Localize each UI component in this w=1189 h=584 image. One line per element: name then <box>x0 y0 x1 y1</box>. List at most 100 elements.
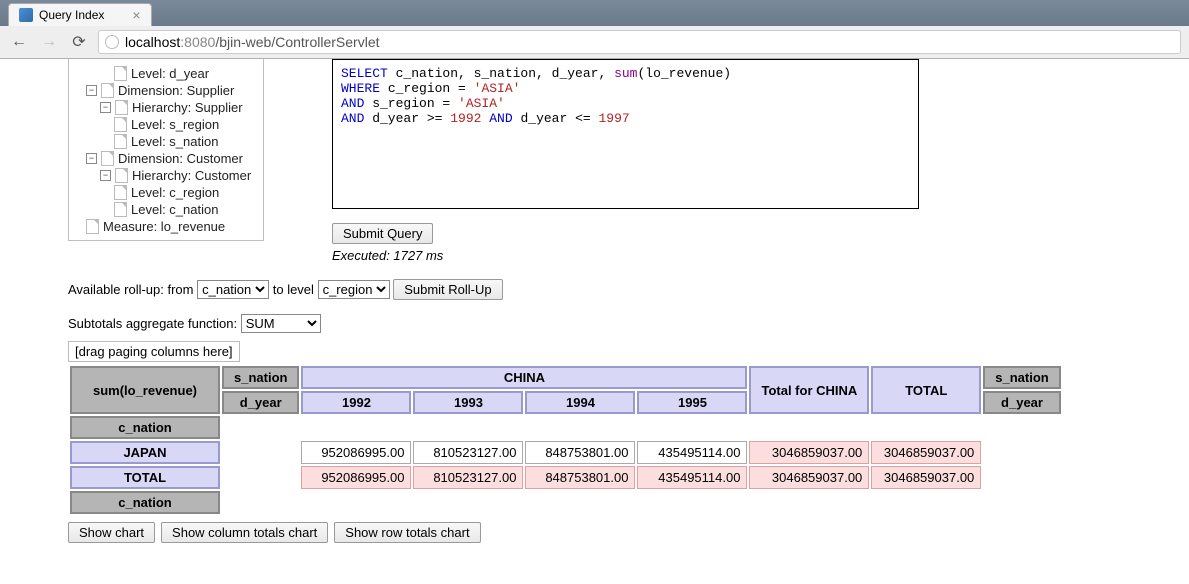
rollup-from-label: Available roll-up: from <box>68 282 193 297</box>
tree-label: Level: c_nation <box>131 202 218 217</box>
tree-label: Hierarchy: Supplier <box>132 100 243 115</box>
s-nation-header[interactable]: s_nation <box>222 366 299 389</box>
tab-bar: Query Index × <box>0 0 1189 26</box>
page-icon <box>114 185 127 200</box>
favicon-icon <box>19 8 33 22</box>
data-cell: 848753801.00 <box>525 441 635 464</box>
tree-label: Measure: lo_revenue <box>103 219 225 234</box>
grand-total-header: TOTAL <box>871 366 981 414</box>
collapse-icon[interactable]: − <box>86 153 97 164</box>
sql-kw: SELECT <box>341 66 388 81</box>
data-cell: 3046859037.00 <box>871 441 981 464</box>
main-content: SELECT c_nation, s_nation, d_year, sum(l… <box>268 59 1189 263</box>
data-cell: 810523127.00 <box>413 466 523 489</box>
tree-label: Dimension: Customer <box>118 151 243 166</box>
tree-node[interactable]: Level: c_region <box>72 184 260 201</box>
data-cell: 435495114.00 <box>637 466 747 489</box>
sql-str: 'ASIA' <box>458 96 505 111</box>
year-col[interactable]: 1995 <box>637 391 747 414</box>
d-year-header-r[interactable]: d_year <box>983 391 1060 414</box>
show-column-totals-chart-button[interactable]: Show column totals chart <box>161 522 328 543</box>
tree-node[interactable]: − Dimension: Customer <box>72 150 260 167</box>
sql-editor[interactable]: SELECT c_nation, s_nation, d_year, sum(l… <box>332 59 919 209</box>
collapse-icon[interactable]: − <box>100 170 111 181</box>
tree-node[interactable]: Level: d_year <box>72 65 260 82</box>
year-col[interactable]: 1993 <box>413 391 523 414</box>
data-cell: 810523127.00 <box>413 441 523 464</box>
subtotals-row: Subtotals aggregate function: SUM <box>68 314 1189 333</box>
tree-label: Dimension: Supplier <box>118 83 234 98</box>
url-path: /bjin-web/ControllerServlet <box>215 34 379 50</box>
year-col[interactable]: 1994 <box>525 391 635 414</box>
status-text: Executed: 1727 ms <box>332 248 1179 263</box>
url-input[interactable]: localhost:8080/bjin-web/ControllerServle… <box>98 30 1181 54</box>
data-cell: 3046859037.00 <box>749 466 869 489</box>
schema-tree: Level: d_year −Dimension: Supplier −Hier… <box>0 59 268 241</box>
page-icon <box>101 151 114 166</box>
page-icon <box>115 100 128 115</box>
browser-tab[interactable]: Query Index × <box>8 3 152 26</box>
collapse-icon[interactable]: − <box>100 102 111 113</box>
reload-button[interactable]: ⟳ <box>68 31 90 53</box>
s-nation-header-r[interactable]: s_nation <box>983 366 1060 389</box>
submit-query-button[interactable]: Submit Query <box>332 223 433 244</box>
sql-text: d_year >= <box>364 111 450 126</box>
close-tab-icon[interactable]: × <box>132 8 140 22</box>
page-icon <box>101 83 114 98</box>
data-cell: 3046859037.00 <box>871 466 981 489</box>
tree-label: Hierarchy: Customer <box>132 168 251 183</box>
submit-rollup-button[interactable]: Submit Roll-Up <box>393 279 502 300</box>
back-button[interactable]: ← <box>8 31 30 53</box>
sql-kw: WHERE <box>341 81 380 96</box>
collapse-icon[interactable]: − <box>86 85 97 96</box>
row-total: TOTAL <box>70 466 220 489</box>
page-icon <box>86 219 99 234</box>
c-nation-header[interactable]: c_nation <box>70 416 220 439</box>
page-icon <box>115 168 128 183</box>
sql-kw: AND <box>341 96 364 111</box>
sql-func: sum <box>614 66 637 81</box>
rollup-from-select[interactable]: c_nation <box>197 280 269 299</box>
sql-num: 1992 <box>450 111 481 126</box>
d-year-header[interactable]: d_year <box>222 391 299 414</box>
rollup-to-select[interactable]: c_region <box>318 280 390 299</box>
subtotals-select[interactable]: SUM <box>241 314 321 333</box>
sql-text: c_region = <box>380 81 474 96</box>
url-host: localhost <box>125 34 180 50</box>
sql-num: 1997 <box>598 111 629 126</box>
page-icon <box>114 66 127 81</box>
tree-node[interactable]: Level: s_nation <box>72 133 260 150</box>
page-icon <box>114 134 127 149</box>
sql-text: (lo_revenue) <box>637 66 731 81</box>
data-cell: 952086995.00 <box>301 466 411 489</box>
tree-node[interactable]: − Hierarchy: Customer <box>72 167 260 184</box>
show-chart-button[interactable]: Show chart <box>68 522 155 543</box>
site-info-icon <box>105 35 119 49</box>
tree-node[interactable]: Level: s_region <box>72 116 260 133</box>
tab-title: Query Index <box>39 8 104 22</box>
tree-node[interactable]: − Hierarchy: Supplier <box>72 99 260 116</box>
col-group-china[interactable]: CHINA <box>301 366 747 389</box>
tree-label: Level: s_region <box>131 117 219 132</box>
row-japan[interactable]: JAPAN <box>70 441 220 464</box>
tree-node[interactable]: Level: c_nation <box>72 201 260 218</box>
forward-button[interactable]: → <box>38 31 60 53</box>
data-cell: 3046859037.00 <box>749 441 869 464</box>
tree-label: Level: c_region <box>131 185 219 200</box>
pivot-table: sum(lo_revenue) s_nation CHINA Total for… <box>68 364 1063 516</box>
address-bar: ← → ⟳ localhost:8080/bjin-web/Controller… <box>0 26 1189 58</box>
rollup-to-label: to level <box>273 282 314 297</box>
tree-node[interactable]: − Dimension: Supplier <box>72 82 260 99</box>
year-col[interactable]: 1992 <box>301 391 411 414</box>
data-cell: 952086995.00 <box>301 441 411 464</box>
sql-kw: AND <box>341 111 364 126</box>
c-nation-footer[interactable]: c_nation <box>70 491 220 514</box>
measure-header: sum(lo_revenue) <box>70 366 220 414</box>
sql-text: s_region = <box>364 96 458 111</box>
rollup-row: Available roll-up: from c_nation to leve… <box>68 279 1189 300</box>
drag-columns-zone[interactable]: [drag paging columns here] <box>68 341 240 362</box>
sql-str: 'ASIA' <box>474 81 521 96</box>
show-row-totals-chart-button[interactable]: Show row totals chart <box>334 522 480 543</box>
tree-node[interactable]: Measure: lo_revenue <box>72 218 260 235</box>
page-icon <box>114 202 127 217</box>
